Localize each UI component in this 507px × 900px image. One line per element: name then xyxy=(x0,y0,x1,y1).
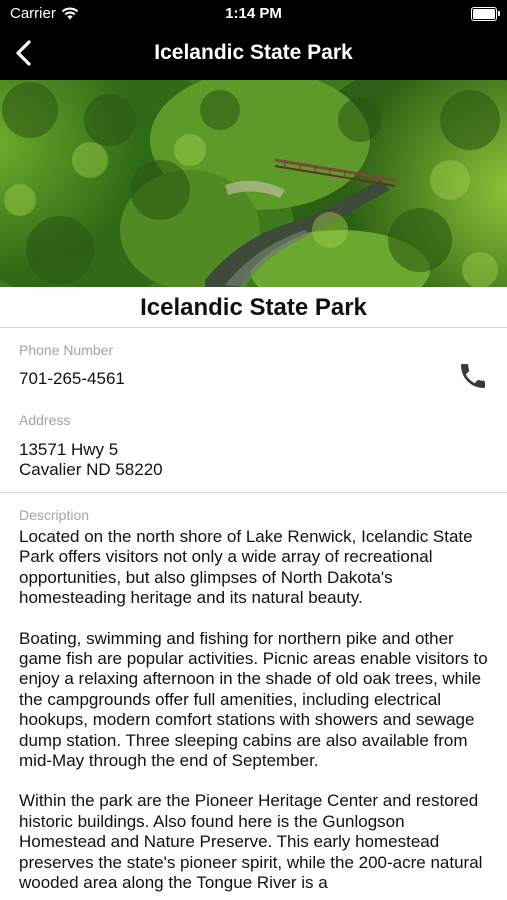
description-paragraph: Within the park are the Pioneer Heritage… xyxy=(19,791,483,893)
battery-icon xyxy=(471,7,500,21)
status-time: 1:14 PM xyxy=(225,5,282,22)
address-section: Address 13571 Hwy 5 Cavalier ND 58220 xyxy=(0,398,507,493)
phone-icon xyxy=(461,364,485,388)
phone-section: Phone Number 701-265-4561 xyxy=(0,328,507,398)
park-photo xyxy=(0,80,507,287)
top-bar: Carrier 1:14 PM Icelandic State Park xyxy=(0,0,507,80)
description-section: Description Located on the north shore o… xyxy=(0,493,507,894)
phone-number[interactable]: 701-265-4561 xyxy=(19,369,125,389)
description-paragraph: Boating, swimming and fishing for northe… xyxy=(19,628,488,771)
park-name-heading: Icelandic State Park xyxy=(0,287,507,328)
address-line-1: 13571 Hwy 5 xyxy=(19,440,119,459)
phone-label: Phone Number xyxy=(19,342,114,358)
nav-title: Icelandic State Park xyxy=(154,41,353,64)
call-button[interactable] xyxy=(457,360,489,392)
address-label: Address xyxy=(19,412,71,428)
description-paragraph: Located on the north shore of Lake Renwi… xyxy=(19,527,473,608)
status-bar: Carrier 1:14 PM xyxy=(0,0,507,28)
address-line-2: Cavalier ND 58220 xyxy=(19,460,163,479)
navigation-bar: Icelandic State Park xyxy=(0,28,507,80)
description-label: Description xyxy=(19,507,90,523)
